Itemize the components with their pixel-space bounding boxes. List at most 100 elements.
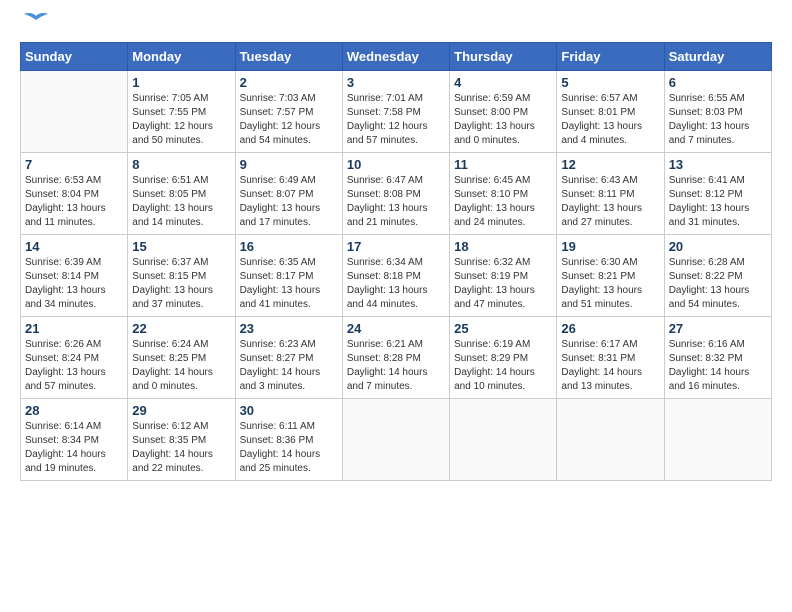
day-number: 15 bbox=[132, 239, 230, 254]
calendar-cell: 12 Sunrise: 6:43 AM Sunset: 8:11 PM Dayli… bbox=[557, 153, 664, 235]
day-info: Sunrise: 6:12 AM Sunset: 8:35 PM Dayligh… bbox=[132, 420, 230, 476]
day-header-saturday: Saturday bbox=[664, 43, 771, 71]
day-number: 26 bbox=[561, 321, 659, 336]
day-info: Sunrise: 6:16 AM Sunset: 8:32 PM Dayligh… bbox=[669, 338, 767, 394]
day-info: Sunrise: 6:49 AM Sunset: 8:07 PM Dayligh… bbox=[240, 174, 338, 230]
calendar-cell: 18 Sunrise: 6:32 AM Sunset: 8:19 PM Dayli… bbox=[450, 235, 557, 317]
calendar-cell: 7 Sunrise: 6:53 AM Sunset: 8:04 PM Daylig… bbox=[21, 153, 128, 235]
day-info: Sunrise: 6:28 AM Sunset: 8:22 PM Dayligh… bbox=[669, 256, 767, 312]
day-info: Sunrise: 6:14 AM Sunset: 8:34 PM Dayligh… bbox=[25, 420, 123, 476]
day-info: Sunrise: 6:26 AM Sunset: 8:24 PM Dayligh… bbox=[25, 338, 123, 394]
day-number: 14 bbox=[25, 239, 123, 254]
calendar-cell: 19 Sunrise: 6:30 AM Sunset: 8:21 PM Dayli… bbox=[557, 235, 664, 317]
calendar-cell: 15 Sunrise: 6:37 AM Sunset: 8:15 PM Dayli… bbox=[128, 235, 235, 317]
calendar-cell: 11 Sunrise: 6:45 AM Sunset: 8:10 PM Dayli… bbox=[450, 153, 557, 235]
calendar-table: SundayMondayTuesdayWednesdayThursdayFrid… bbox=[20, 42, 772, 481]
calendar-cell: 29 Sunrise: 6:12 AM Sunset: 8:35 PM Dayli… bbox=[128, 399, 235, 481]
day-number: 12 bbox=[561, 157, 659, 172]
day-number: 24 bbox=[347, 321, 445, 336]
day-info: Sunrise: 6:23 AM Sunset: 8:27 PM Dayligh… bbox=[240, 338, 338, 394]
day-info: Sunrise: 6:37 AM Sunset: 8:15 PM Dayligh… bbox=[132, 256, 230, 312]
day-info: Sunrise: 7:05 AM Sunset: 7:55 PM Dayligh… bbox=[132, 92, 230, 148]
day-number: 28 bbox=[25, 403, 123, 418]
day-number: 19 bbox=[561, 239, 659, 254]
day-number: 23 bbox=[240, 321, 338, 336]
calendar-cell: 21 Sunrise: 6:26 AM Sunset: 8:24 PM Dayli… bbox=[21, 317, 128, 399]
day-number: 18 bbox=[454, 239, 552, 254]
day-number: 1 bbox=[132, 75, 230, 90]
day-info: Sunrise: 6:21 AM Sunset: 8:28 PM Dayligh… bbox=[347, 338, 445, 394]
day-number: 17 bbox=[347, 239, 445, 254]
calendar-cell: 2Sunrise: 7:03 AM Sunset: 7:57 PM Daylig… bbox=[235, 71, 342, 153]
calendar-cell: 27 Sunrise: 6:16 AM Sunset: 8:32 PM Dayli… bbox=[664, 317, 771, 399]
day-info: Sunrise: 6:32 AM Sunset: 8:19 PM Dayligh… bbox=[454, 256, 552, 312]
day-number: 20 bbox=[669, 239, 767, 254]
day-number: 9 bbox=[240, 157, 338, 172]
day-header-tuesday: Tuesday bbox=[235, 43, 342, 71]
calendar-cell bbox=[21, 71, 128, 153]
day-number: 10 bbox=[347, 157, 445, 172]
day-header-monday: Monday bbox=[128, 43, 235, 71]
calendar-week-2: 7 Sunrise: 6:53 AM Sunset: 8:04 PM Daylig… bbox=[21, 153, 772, 235]
day-number: 21 bbox=[25, 321, 123, 336]
calendar-week-5: 28 Sunrise: 6:14 AM Sunset: 8:34 PM Dayli… bbox=[21, 399, 772, 481]
day-info: Sunrise: 6:43 AM Sunset: 8:11 PM Dayligh… bbox=[561, 174, 659, 230]
calendar-cell: 13 Sunrise: 6:41 AM Sunset: 8:12 PM Dayli… bbox=[664, 153, 771, 235]
day-info: Sunrise: 6:41 AM Sunset: 8:12 PM Dayligh… bbox=[669, 174, 767, 230]
day-number: 6 bbox=[669, 75, 767, 90]
day-info: Sunrise: 6:47 AM Sunset: 8:08 PM Dayligh… bbox=[347, 174, 445, 230]
day-info: Sunrise: 6:30 AM Sunset: 8:21 PM Dayligh… bbox=[561, 256, 659, 312]
day-number: 3 bbox=[347, 75, 445, 90]
calendar-cell: 3 Sunrise: 7:01 AM Sunset: 7:58 PM Daylig… bbox=[342, 71, 449, 153]
day-info: Sunrise: 7:01 AM Sunset: 7:58 PM Dayligh… bbox=[347, 92, 445, 148]
calendar-cell: 4 Sunrise: 6:59 AM Sunset: 8:00 PM Daylig… bbox=[450, 71, 557, 153]
day-info: Sunrise: 6:17 AM Sunset: 8:31 PM Dayligh… bbox=[561, 338, 659, 394]
logo bbox=[20, 20, 50, 32]
day-number: 11 bbox=[454, 157, 552, 172]
day-number: 27 bbox=[669, 321, 767, 336]
day-number: 29 bbox=[132, 403, 230, 418]
day-header-thursday: Thursday bbox=[450, 43, 557, 71]
calendar-week-4: 21 Sunrise: 6:26 AM Sunset: 8:24 PM Dayli… bbox=[21, 317, 772, 399]
day-number: 22 bbox=[132, 321, 230, 336]
day-header-friday: Friday bbox=[557, 43, 664, 71]
day-number: 8 bbox=[132, 157, 230, 172]
day-number: 13 bbox=[669, 157, 767, 172]
calendar-cell: 16Sunrise: 6:35 AM Sunset: 8:17 PM Dayli… bbox=[235, 235, 342, 317]
day-info: Sunrise: 6:57 AM Sunset: 8:01 PM Dayligh… bbox=[561, 92, 659, 148]
day-info: Sunrise: 6:51 AM Sunset: 8:05 PM Dayligh… bbox=[132, 174, 230, 230]
page-header bbox=[20, 20, 772, 32]
calendar-cell: 20 Sunrise: 6:28 AM Sunset: 8:22 PM Dayli… bbox=[664, 235, 771, 317]
day-info: Sunrise: 6:24 AM Sunset: 8:25 PM Dayligh… bbox=[132, 338, 230, 394]
calendar-header-row: SundayMondayTuesdayWednesdayThursdayFrid… bbox=[21, 43, 772, 71]
calendar-cell bbox=[664, 399, 771, 481]
day-info: Sunrise: 6:34 AM Sunset: 8:18 PM Dayligh… bbox=[347, 256, 445, 312]
calendar-cell: 24 Sunrise: 6:21 AM Sunset: 8:28 PM Dayli… bbox=[342, 317, 449, 399]
calendar-week-1: 1 Sunrise: 7:05 AM Sunset: 7:55 PM Daylig… bbox=[21, 71, 772, 153]
calendar-cell: 30 Sunrise: 6:11 AM Sunset: 8:36 PM Dayli… bbox=[235, 399, 342, 481]
calendar-cell: 5 Sunrise: 6:57 AM Sunset: 8:01 PM Daylig… bbox=[557, 71, 664, 153]
day-number: 7 bbox=[25, 157, 123, 172]
day-number: 25 bbox=[454, 321, 552, 336]
logo-bird-icon bbox=[22, 12, 50, 32]
day-info: Sunrise: 6:55 AM Sunset: 8:03 PM Dayligh… bbox=[669, 92, 767, 148]
calendar-cell bbox=[557, 399, 664, 481]
calendar-cell: 8 Sunrise: 6:51 AM Sunset: 8:05 PM Daylig… bbox=[128, 153, 235, 235]
calendar-cell: 26 Sunrise: 6:17 AM Sunset: 8:31 PM Dayli… bbox=[557, 317, 664, 399]
calendar-cell: 9 Sunrise: 6:49 AM Sunset: 8:07 PM Daylig… bbox=[235, 153, 342, 235]
day-number: 4 bbox=[454, 75, 552, 90]
day-info: Sunrise: 6:45 AM Sunset: 8:10 PM Dayligh… bbox=[454, 174, 552, 230]
day-info: Sunrise: 6:53 AM Sunset: 8:04 PM Dayligh… bbox=[25, 174, 123, 230]
calendar-cell: 10 Sunrise: 6:47 AM Sunset: 8:08 PM Dayli… bbox=[342, 153, 449, 235]
day-info: Sunrise: 6:11 AM Sunset: 8:36 PM Dayligh… bbox=[240, 420, 338, 476]
calendar-cell: 22 Sunrise: 6:24 AM Sunset: 8:25 PM Dayli… bbox=[128, 317, 235, 399]
calendar-cell bbox=[342, 399, 449, 481]
day-info: Sunrise: 7:03 AM Sunset: 7:57 PM Dayligh… bbox=[240, 92, 338, 148]
day-number: 30 bbox=[240, 403, 338, 418]
calendar-week-3: 14Sunrise: 6:39 AM Sunset: 8:14 PM Dayli… bbox=[21, 235, 772, 317]
calendar-cell bbox=[450, 399, 557, 481]
calendar-cell: 14Sunrise: 6:39 AM Sunset: 8:14 PM Dayli… bbox=[21, 235, 128, 317]
calendar-cell: 17 Sunrise: 6:34 AM Sunset: 8:18 PM Dayli… bbox=[342, 235, 449, 317]
day-number: 5 bbox=[561, 75, 659, 90]
day-info: Sunrise: 6:59 AM Sunset: 8:00 PM Dayligh… bbox=[454, 92, 552, 148]
